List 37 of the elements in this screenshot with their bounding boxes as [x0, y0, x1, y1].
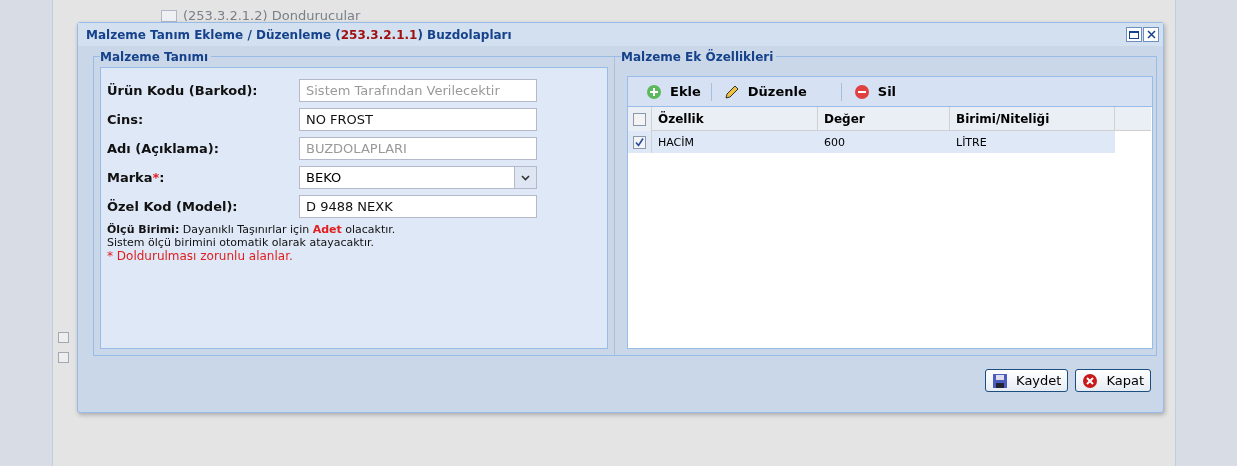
table-cell: LİTRE	[950, 131, 1115, 153]
input-field[interactable]: Sistem Tarafından Verilecektir	[299, 79, 537, 102]
minus-icon	[853, 83, 870, 100]
close-icon[interactable]	[1143, 27, 1159, 42]
field-label: Marka*:	[107, 170, 166, 185]
table-cell: HACİM	[652, 131, 818, 153]
close-button[interactable]: Kapat	[1075, 369, 1151, 392]
dropdown-field[interactable]: BEKO	[299, 166, 537, 189]
list-icon	[161, 9, 177, 22]
checkbox[interactable]	[633, 112, 646, 126]
column-header[interactable]: Birimi/Niteliği	[950, 107, 1115, 131]
pencil-icon	[723, 83, 740, 100]
toolbar-button[interactable]: Ekle	[642, 83, 711, 100]
field-label: Ürün Kodu (Barkod):	[107, 83, 259, 98]
close-icon	[1082, 372, 1099, 389]
chevron-down-icon[interactable]	[514, 167, 536, 188]
toolbar-button[interactable]: Sil	[849, 83, 907, 100]
note-text: Ölçü Birimi: Dayanıklı Taşınırlar için Adet olacaktır.	[107, 223, 397, 236]
field-label: Özel Kod (Model):	[107, 199, 239, 214]
field-label: Cins:	[107, 112, 145, 127]
field-label: Adı (Açıklama):	[107, 141, 220, 156]
plus-icon	[646, 83, 662, 100]
save-button[interactable]: Kaydet	[985, 369, 1069, 392]
toolbar-button[interactable]: Düzenle	[719, 83, 817, 100]
dialog-title: Malzeme Tanım Ekleme / Düzenleme (253.3.2.1.1) Buzdolapları	[86, 27, 512, 42]
column-header[interactable]: Özellik	[652, 107, 818, 131]
maximize-icon[interactable]	[1126, 27, 1142, 42]
note-text: Sistem ölçü birimini otomatik olarak atayacaktır.	[107, 236, 375, 249]
input-field[interactable]: D 9488 NEXK	[299, 195, 537, 218]
section-title: Malzeme Tanımı	[100, 50, 212, 64]
table-cell: 600	[818, 131, 950, 153]
section-title: Malzeme Ek Özellikleri	[621, 50, 777, 64]
checkbox[interactable]	[633, 135, 646, 149]
input-field[interactable]: BUZDOLAPLARI	[299, 137, 537, 160]
input-field[interactable]: NO FROST	[299, 108, 537, 131]
column-header[interactable]: Değer	[818, 107, 950, 131]
required-note: * Doldurulması zorunlu alanlar.	[107, 249, 294, 263]
